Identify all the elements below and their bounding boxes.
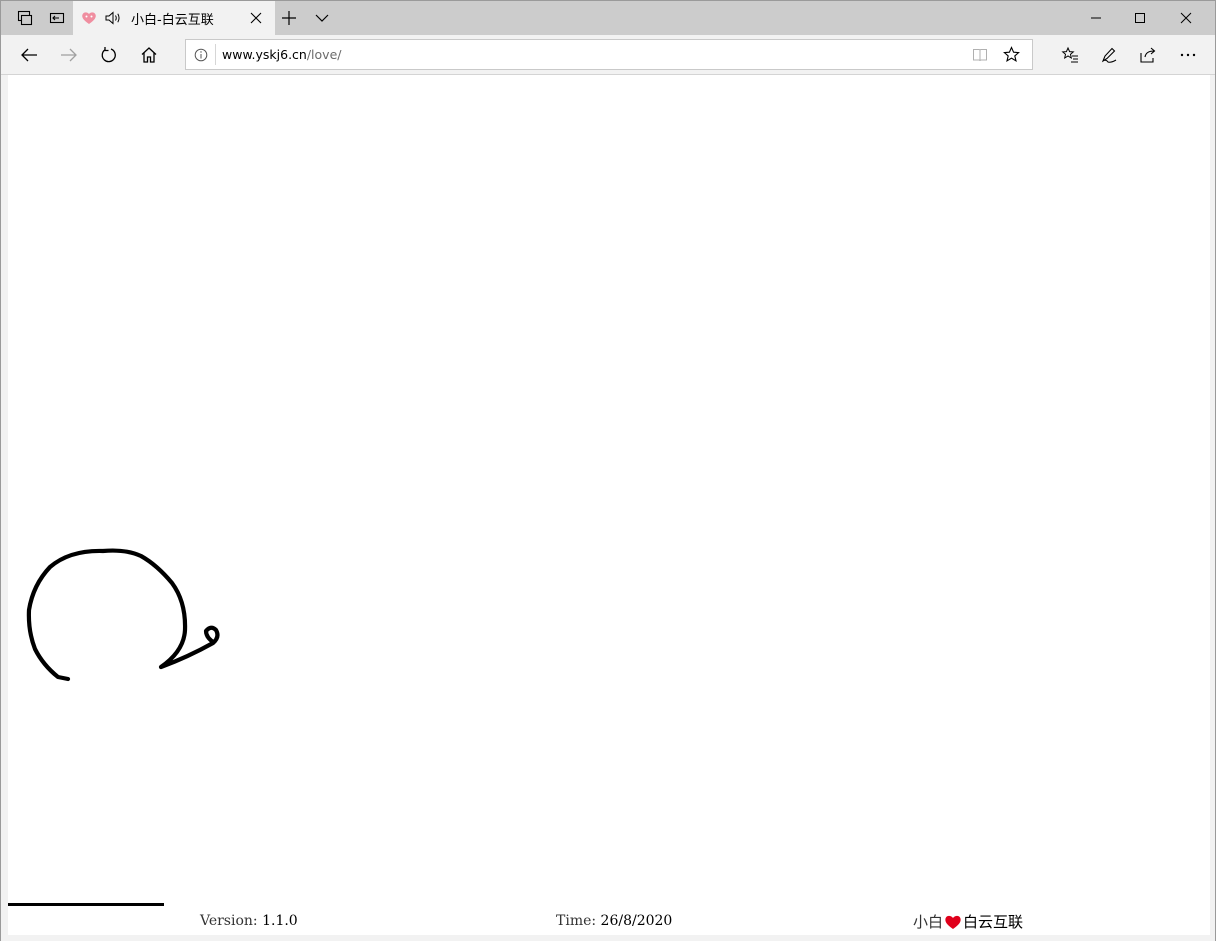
favorites-button[interactable] — [1051, 35, 1089, 75]
minimize-icon — [1091, 17, 1101, 19]
browser-window: 小白-白云互联 www.yskj6.cn/love/ Version: 1.1.… — [0, 0, 1216, 941]
loading-progress-bar — [8, 903, 164, 906]
window-right-edge — [1210, 75, 1215, 935]
version-value: 1.1.0 — [262, 913, 298, 929]
tab-bar: 小白-白云互联 — [1, 1, 1215, 35]
heart-icon — [945, 915, 961, 929]
brand-left-text: 小白 — [913, 913, 944, 931]
version-info: Version: 1.1.0 — [200, 913, 298, 929]
refresh-icon — [101, 47, 116, 63]
close-window-button[interactable] — [1163, 1, 1209, 35]
more-button[interactable] — [1169, 35, 1207, 75]
share-button[interactable] — [1129, 35, 1167, 75]
tab-actions-button[interactable] — [9, 1, 41, 35]
window-bottom-edge — [1, 935, 1215, 941]
heart-icon — [82, 12, 96, 24]
chevron-down-icon[interactable] — [314, 12, 330, 24]
home-icon — [141, 47, 157, 63]
active-tab[interactable]: 小白-白云互联 — [73, 1, 275, 35]
url-host: www.yskj6.cn — [222, 47, 307, 62]
time-label: Time: — [556, 913, 597, 929]
forward-button[interactable] — [50, 35, 88, 75]
share-icon — [1140, 47, 1156, 63]
minimize-button[interactable] — [1073, 1, 1119, 35]
time-info: Time: 26/8/2020 — [556, 913, 672, 929]
url-path: /love/ — [306, 47, 342, 62]
reading-view-icon[interactable] — [972, 47, 988, 63]
pen-icon — [1101, 47, 1117, 63]
set-tabs-aside-button[interactable] — [41, 1, 73, 35]
maximize-button[interactable] — [1117, 1, 1163, 35]
back-button[interactable] — [10, 35, 48, 75]
brand-signature: 小白 白云互联 — [913, 911, 1023, 932]
page-footer: Version: 1.1.0 Time: 26/8/2020 小白 白云互联 — [8, 911, 1210, 935]
home-button[interactable] — [130, 35, 168, 75]
window-left-edge — [1, 75, 8, 935]
close-icon[interactable] — [249, 11, 263, 25]
tab-title: 小白-白云互联 — [131, 13, 214, 28]
address-bar[interactable]: www.yskj6.cn/love/ — [185, 39, 1033, 70]
address-divider — [215, 44, 216, 65]
speaker-icon[interactable] — [105, 11, 123, 25]
version-label: Version: — [200, 913, 258, 929]
set-aside-icon — [49, 12, 65, 24]
brand-right-text: 白云互联 — [963, 913, 1024, 931]
url-text[interactable]: www.yskj6.cn/love/ — [222, 47, 341, 62]
maximize-icon — [1135, 13, 1145, 23]
favorites-list-icon — [1061, 46, 1078, 63]
time-value: 26/8/2020 — [600, 913, 673, 929]
navigation-bar: www.yskj6.cn/love/ — [1, 35, 1215, 75]
page-content: Version: 1.1.0 Time: 26/8/2020 小白 白云互联 — [8, 75, 1210, 935]
heart-outline-drawing — [26, 548, 220, 682]
new-tab-icon[interactable] — [281, 10, 297, 26]
web-note-button[interactable] — [1090, 35, 1128, 75]
refresh-button[interactable] — [90, 35, 128, 75]
tabs-aside-icon — [17, 10, 33, 26]
close-window-icon — [1180, 12, 1192, 24]
favorite-star-icon[interactable] — [1003, 46, 1020, 63]
site-info-icon[interactable] — [194, 48, 208, 62]
back-arrow-icon — [21, 48, 37, 62]
more-dots-icon — [1180, 53, 1196, 57]
forward-arrow-icon — [61, 48, 77, 62]
